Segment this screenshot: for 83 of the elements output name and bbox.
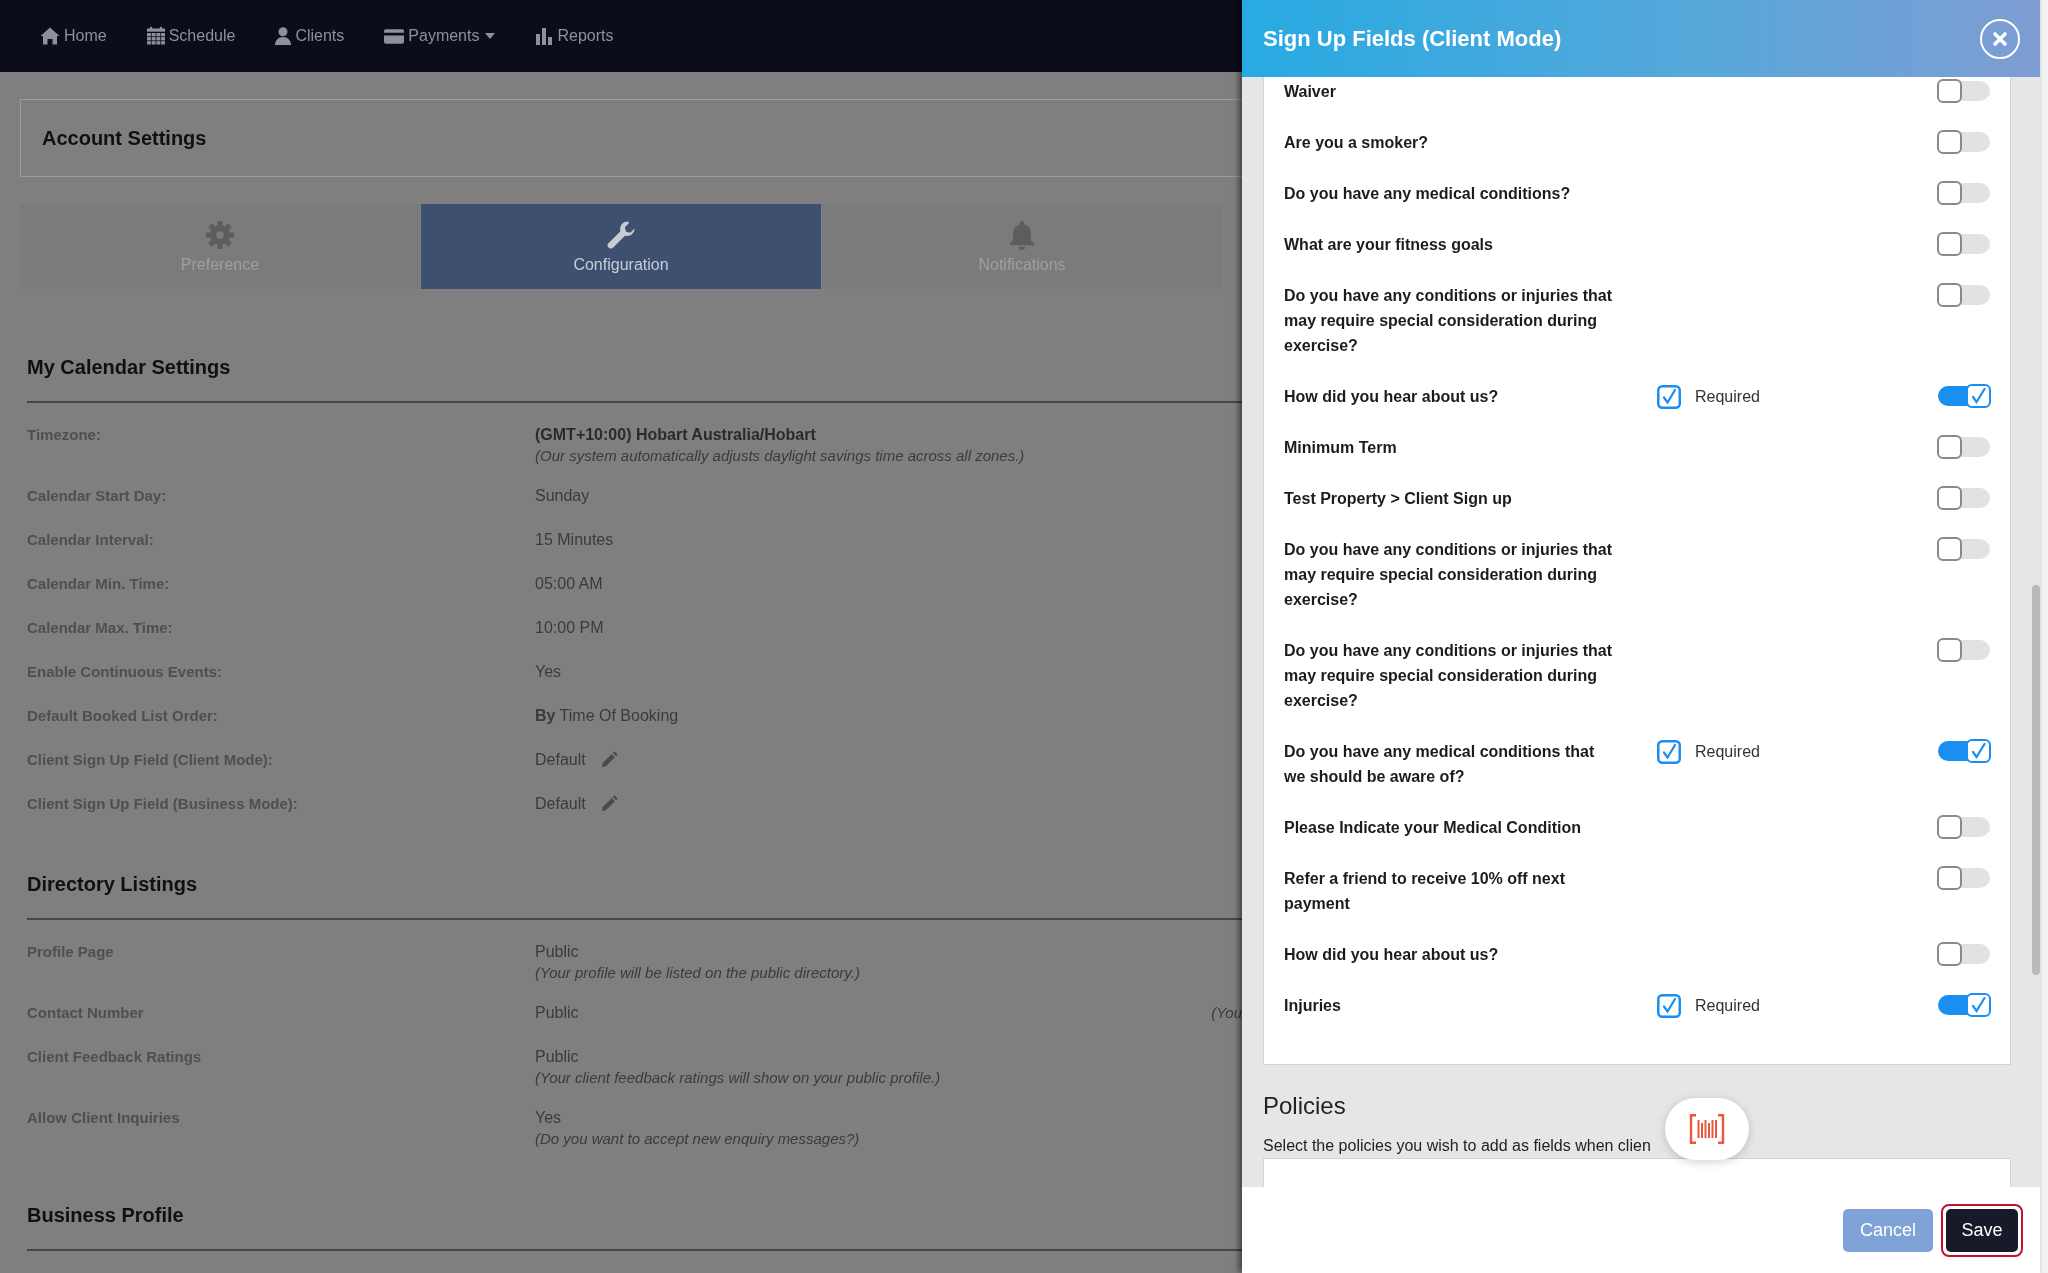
field-label: Do you have any medical conditions? xyxy=(1284,185,1571,202)
toggle-switch[interactable] xyxy=(1937,486,1991,510)
toggle-switch[interactable] xyxy=(1937,130,1991,154)
field-label: Do you have any conditions or injuries that may require special consideration during exercise? xyxy=(1284,642,1613,709)
setting-value: Yes xyxy=(535,662,562,682)
field-label: Do you have any conditions or injuries that may require special consideration during exercise? xyxy=(1284,541,1613,608)
setting-value: By Time Of Booking xyxy=(535,706,679,726)
pencil-icon[interactable] xyxy=(599,751,618,769)
toggle-switch[interactable] xyxy=(1937,283,1991,307)
checkbox-label: Required xyxy=(1695,741,1760,762)
nav-link[interactable]: Clients xyxy=(275,26,345,46)
field-label: How did you hear about us? xyxy=(1284,946,1499,963)
checkbox[interactable] xyxy=(1657,739,1681,764)
section-title: Business Profile xyxy=(27,1203,184,1227)
setting-value: 05:00 AM xyxy=(535,574,603,594)
wrench-icon xyxy=(606,220,636,250)
checkbox[interactable] xyxy=(1657,384,1681,409)
nav-link[interactable]: Payments xyxy=(384,26,496,46)
setting-value: (GMT+10:00) Hobart Australia/Hobart xyxy=(535,425,816,445)
toggle-switch[interactable] xyxy=(1937,866,1991,890)
barcode-icon xyxy=(1689,1114,1725,1144)
close-icon xyxy=(1992,30,2008,47)
toggle-switch[interactable] xyxy=(1937,739,1991,763)
setting-value: Public xyxy=(535,1047,579,1067)
field-label: What are your fitness goals xyxy=(1284,236,1493,253)
setting-value: Default xyxy=(535,750,586,770)
toggle-switch[interactable] xyxy=(1937,638,1991,662)
setting-value: 10:00 PM xyxy=(535,618,604,638)
section-title: Policies xyxy=(1263,1091,1346,1121)
person-icon xyxy=(275,27,292,45)
toggle-switch[interactable] xyxy=(1937,232,1991,256)
field-label: Waiver xyxy=(1284,83,1336,100)
setting-note: (Your profile will be listed on the public directory.) xyxy=(535,964,860,981)
setting-note: (Do you want to accept new enquiry messages?) xyxy=(535,1130,860,1147)
setting-value: Sunday xyxy=(535,486,590,506)
section-title: My Calendar Settings xyxy=(27,355,231,379)
policies-description: Select the policies you wish to add as fields when clien xyxy=(1263,1136,1651,1156)
setting-value: Public xyxy=(535,1003,579,1023)
drawer-title: Sign Up Fields (Client Mode) xyxy=(1263,24,1562,53)
checkbox[interactable] xyxy=(1657,993,1681,1018)
field-label: Please Indicate your Medical Condition xyxy=(1284,819,1581,836)
toggle-switch[interactable] xyxy=(1937,435,1991,459)
setting-value: 15 Minutes xyxy=(535,530,614,550)
toggle-switch[interactable] xyxy=(1937,79,1991,103)
page-title: Account Settings xyxy=(42,126,207,150)
field-label: Test Property > Client Sign up xyxy=(1284,490,1512,507)
save-button[interactable]: Save xyxy=(1941,1203,2023,1257)
setting-note: (Your client feedback ratings will show on your public profile.) xyxy=(535,1069,941,1086)
setting-value: Default xyxy=(535,794,586,814)
toggle-switch[interactable] xyxy=(1937,815,1991,839)
nav-link[interactable]: Schedule xyxy=(146,26,236,46)
calendar-icon xyxy=(146,27,165,45)
toggle-switch[interactable] xyxy=(1937,384,1991,408)
field-label: Refer a friend to receive 10% off next payment xyxy=(1284,870,1565,912)
nav-link[interactable]: Reports xyxy=(535,26,614,46)
setting-value: Public xyxy=(535,942,579,962)
field-label: How did you hear about us? xyxy=(1284,388,1499,405)
scan-button[interactable] xyxy=(1665,1098,1749,1160)
field-label: Are you a smoker? xyxy=(1284,134,1429,151)
toggle-switch[interactable] xyxy=(1937,537,1991,561)
bar-chart-icon xyxy=(535,27,554,45)
toggle-switch[interactable] xyxy=(1937,181,1991,205)
setting-note: (Our system automatically adjusts daylight savings time across all zones.) xyxy=(535,447,1025,464)
toggle-switch[interactable] xyxy=(1937,993,1991,1017)
checkbox-label: Required xyxy=(1695,995,1760,1016)
section-title: Directory Listings xyxy=(27,872,198,896)
field-label: Minimum Term xyxy=(1284,439,1397,456)
house-icon xyxy=(40,27,60,45)
credit-card-icon xyxy=(384,28,405,44)
settings-tab[interactable]: Configuration xyxy=(421,204,821,289)
toggle-switch[interactable] xyxy=(1937,942,1991,966)
field-label: Injuries xyxy=(1284,997,1341,1014)
field-label: Do you have any medical conditions that we should be aware of? xyxy=(1284,743,1595,785)
scrollbar[interactable] xyxy=(2032,585,2040,975)
nav-link[interactable]: Home xyxy=(40,26,107,46)
pencil-icon[interactable] xyxy=(599,795,618,813)
gear-icon xyxy=(205,220,235,250)
close-button[interactable] xyxy=(1980,18,2020,59)
setting-value: Yes xyxy=(535,1108,562,1128)
checkbox-label: Required xyxy=(1695,386,1760,407)
setting-note: (You xyxy=(1211,1003,1242,1023)
field-label: Do you have any conditions or injuries that may require special consideration during exercise? xyxy=(1284,287,1613,354)
bell-icon xyxy=(1007,220,1037,250)
